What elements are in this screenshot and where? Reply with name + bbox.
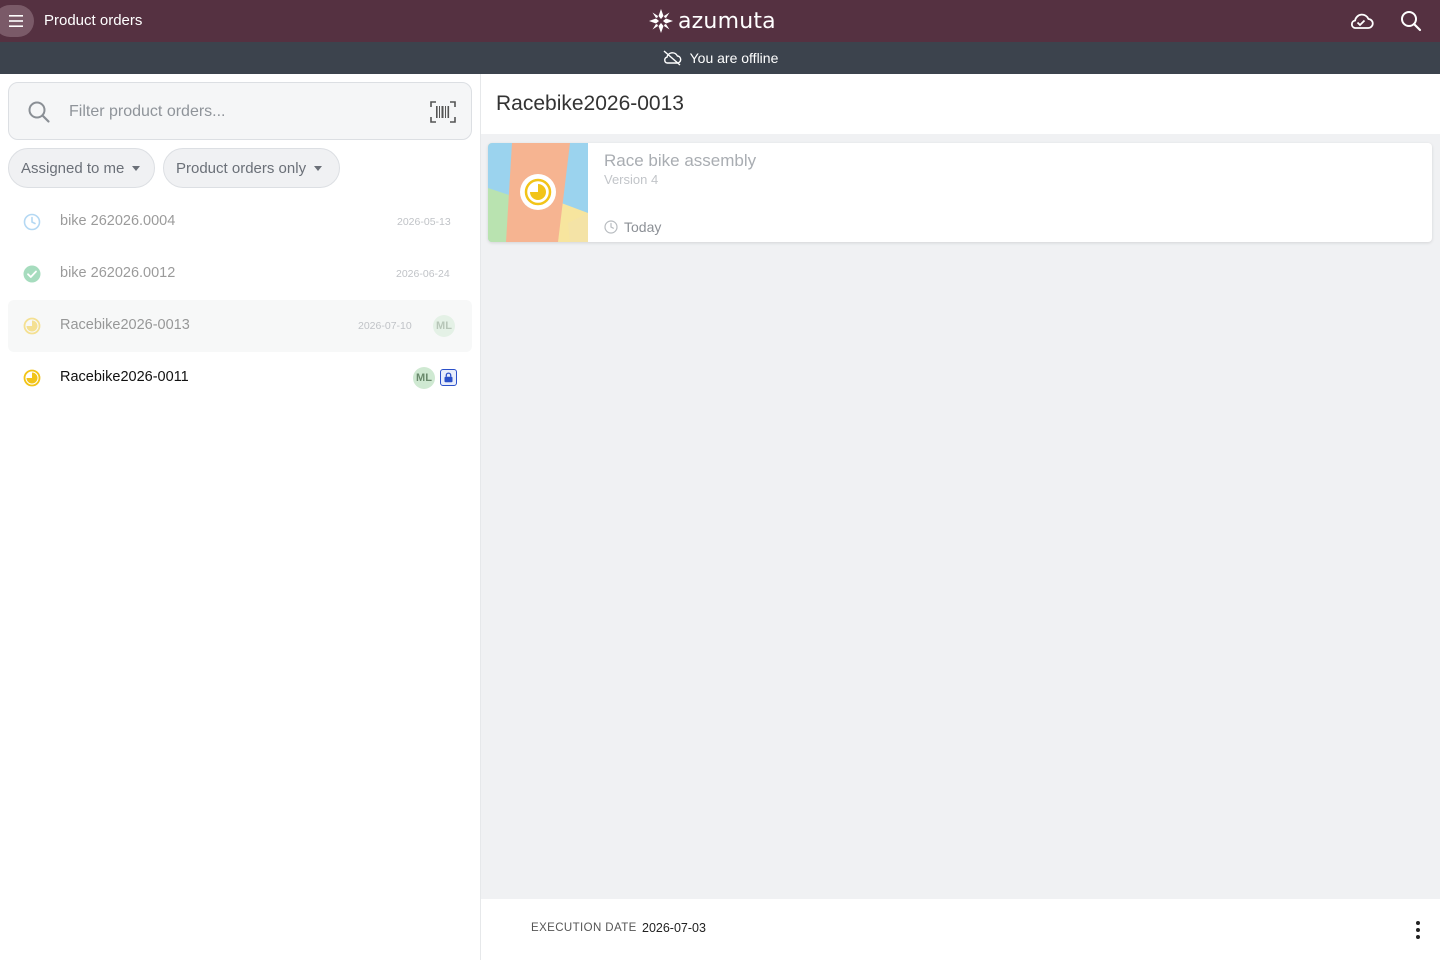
progress-icon xyxy=(23,317,41,335)
order-name: bike 262026.0012 xyxy=(60,265,176,281)
azumuta-logo: azumuta xyxy=(648,7,776,35)
kebab-dot xyxy=(1416,928,1420,932)
lock-icon xyxy=(440,369,457,386)
page-title: Product orders xyxy=(44,12,143,29)
order-date: 2026-06-24 xyxy=(396,268,450,280)
check-circle-icon xyxy=(23,265,41,283)
barcode-scan-icon xyxy=(430,101,456,123)
logo-text: azumuta xyxy=(678,8,776,34)
assignee-avatar: ML xyxy=(433,315,455,337)
detail-footer: EXECUTION DATE 2026-07-03 xyxy=(481,899,1440,960)
order-date: 2026-07-10 xyxy=(358,320,412,332)
order-row[interactable]: Racebike2026-0011 ML xyxy=(8,352,472,404)
progress-icon xyxy=(23,369,41,387)
cloud-off-icon xyxy=(663,50,682,66)
filter-input[interactable] xyxy=(69,99,409,125)
clock-icon xyxy=(604,220,618,234)
execution-date-value: 2026-07-03 xyxy=(642,921,706,935)
search-icon xyxy=(1401,11,1422,32)
caret-down-icon xyxy=(314,165,323,171)
filter-search-box[interactable] xyxy=(8,82,472,140)
caret-down-icon xyxy=(132,165,141,171)
execution-date-label: EXECUTION DATE xyxy=(531,922,637,934)
order-row[interactable]: bike 262026.0004 2026-05-13 xyxy=(8,196,472,248)
filter-label: Product orders only xyxy=(176,159,307,177)
order-name: Racebike2026-0013 xyxy=(60,317,190,333)
order-row-selected[interactable]: Racebike2026-0013 2026-07-10 ML xyxy=(8,300,472,352)
workflow-version: Version 4 xyxy=(604,172,659,187)
order-date: 2026-05-13 xyxy=(397,216,451,228)
time-text: Today xyxy=(624,219,662,235)
product-orders-only-filter[interactable]: Product orders only xyxy=(163,148,340,188)
filter-label: Assigned to me xyxy=(21,159,125,177)
kebab-dot xyxy=(1416,935,1420,939)
barcode-scan-button[interactable] xyxy=(429,100,457,124)
workflow-time: Today xyxy=(604,219,661,235)
search-icon xyxy=(28,101,50,123)
detail-title: Racebike2026-0013 xyxy=(496,92,684,115)
cloud-sync-button[interactable] xyxy=(1348,9,1374,33)
workflow-card[interactable]: Race bike assembly Version 4 Today xyxy=(488,143,1432,242)
assignee-avatar: ML xyxy=(413,367,435,389)
order-row[interactable]: bike 262026.0012 2026-06-24 xyxy=(8,248,472,300)
kebab-dot xyxy=(1416,921,1420,925)
top-bar: Product orders azumuta xyxy=(0,0,1440,42)
order-list-panel: Assigned to me Product orders only bike … xyxy=(0,74,480,960)
hamburger-icon xyxy=(9,15,23,27)
order-list: bike 262026.0004 2026-05-13 bike 262026.… xyxy=(8,196,472,404)
search-button[interactable] xyxy=(1398,9,1424,33)
order-name: Racebike2026-0011 xyxy=(60,369,189,385)
assigned-to-me-filter[interactable]: Assigned to me xyxy=(8,148,155,188)
menu-button[interactable] xyxy=(0,5,34,37)
detail-header: Racebike2026-0013 xyxy=(481,74,1440,134)
cloud-check-icon xyxy=(1351,13,1374,29)
workflow-thumbnail xyxy=(488,143,588,242)
offline-text: You are offline xyxy=(689,50,779,66)
order-detail-panel: Racebike2026-0013 Race bike assembly Ver… xyxy=(481,74,1440,960)
offline-banner: You are offline xyxy=(0,42,1440,74)
workflow-title: Race bike assembly xyxy=(604,151,757,170)
more-options-button[interactable] xyxy=(1409,919,1427,941)
clock-icon xyxy=(23,213,41,231)
snowflake-logo-icon xyxy=(649,9,673,33)
order-name: bike 262026.0004 xyxy=(60,213,176,229)
